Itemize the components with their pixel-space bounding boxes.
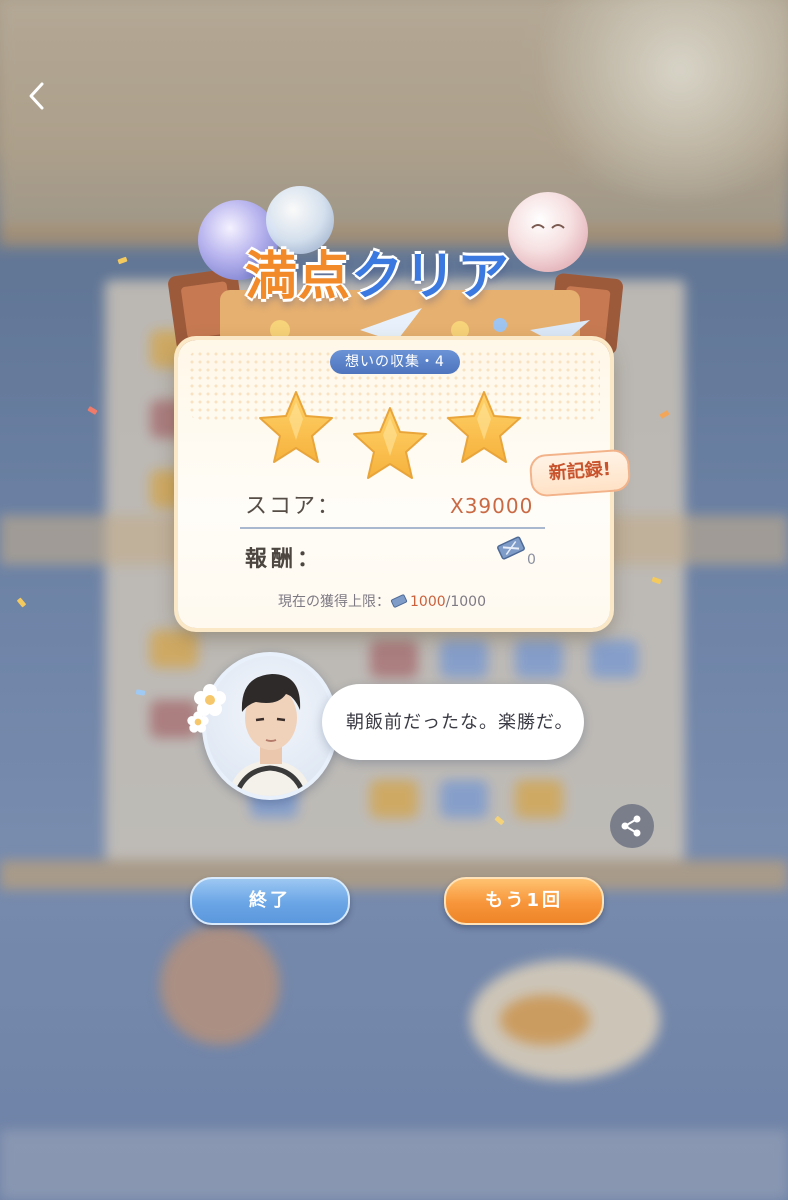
limit-label: 現在の獲得上限： xyxy=(278,594,390,610)
result-title: 満点クリア xyxy=(245,242,565,312)
limit-current: 1000 xyxy=(410,594,446,610)
row-divider xyxy=(240,527,545,529)
star-icon xyxy=(350,404,430,484)
score-label: スコア： xyxy=(245,494,342,519)
score-value: X39000 xyxy=(450,494,534,518)
ticket-icon xyxy=(390,593,408,609)
dialogue-text: 朝飯前だったな。楽勝だ。 xyxy=(346,712,574,733)
ticket-icon xyxy=(495,532,527,564)
title-highlight: 満点 xyxy=(245,247,352,307)
stage-label: 想いの収集・4 xyxy=(330,350,460,374)
star-icon xyxy=(256,388,336,468)
limit-max: /1000 xyxy=(445,594,486,610)
end-button[interactable]: 終了 xyxy=(190,877,350,925)
character-portrait xyxy=(228,674,312,796)
flower-decoration xyxy=(187,711,209,733)
new-record-badge: 新記録! xyxy=(528,448,632,498)
share-icon xyxy=(621,815,641,837)
acquisition-limit: 現在の獲得上限： 1000/1000 xyxy=(278,591,486,611)
reward-count: 0 xyxy=(527,552,536,568)
title-main: クリア xyxy=(351,247,511,307)
retry-button[interactable]: もう1回 xyxy=(444,877,604,925)
share-button[interactable] xyxy=(610,804,654,848)
character-avatar xyxy=(202,652,338,800)
chevron-left-icon[interactable] xyxy=(22,78,54,114)
star-icon xyxy=(444,388,524,468)
reward-label: 報酬： xyxy=(245,547,324,572)
